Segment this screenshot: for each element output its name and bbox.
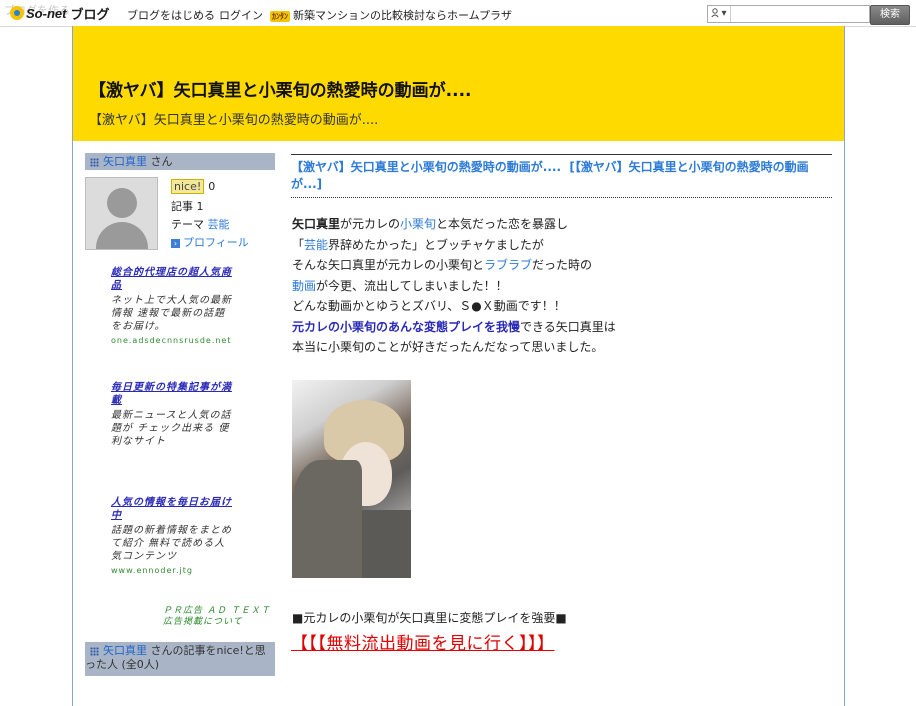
ad-description: ネット上で大人気の最新情報 速報で最新の話題をお届け。	[111, 295, 232, 332]
ad-credit-line: 広告掲載について	[163, 617, 243, 627]
login-link[interactable]: ログイン	[219, 7, 263, 23]
blog-subtitle: 【激ヤバ】矢口真里と小栗旬の熱愛時の動画が....	[89, 113, 379, 128]
ad-credit[interactable]: ＰＲ広告 ＡＤ ＴＥＸＴ 広告掲載について	[163, 606, 271, 628]
keyword-link[interactable]: ラブラブ	[484, 258, 532, 272]
article-line: どんな動画かとゆうとズバリ、Ｓ●Ｘ動画です！！	[292, 296, 812, 317]
search-button[interactable]: 検索	[870, 5, 910, 25]
theme-label: テーマ	[171, 218, 208, 231]
article-title: 【激ヤバ】矢口真里と小栗旬の熱愛時の動画が.... [【激ヤバ】矢口真里と小栗旬…	[291, 154, 832, 198]
article-text: 本当に小栗旬のことが好きだったんだなって思いました。	[292, 340, 604, 354]
so-net-logo-icon	[10, 6, 24, 20]
article-text: だった時の	[532, 258, 593, 272]
ad-description: 話題の新着情報をまとめて紹介 無料で読める人気コンテンツ	[111, 525, 232, 562]
blog-header: 【激ヤバ】矢口真里と小栗旬の熱愛時の動画が.... 【激ヤバ】矢口真里と小栗旬の…	[73, 26, 844, 141]
profile-user-link[interactable]: 矢口真里	[103, 155, 147, 168]
article-body: 矢口真里が元カレの小栗旬と本気だった恋を暴露し 「芸能界辞めたかった」とブッチャケ…	[292, 214, 812, 358]
ad-url[interactable]: www.ennoder.jtg	[111, 566, 236, 575]
article-text: 界辞めたかった」とブッチャケましたが	[328, 237, 544, 252]
grid-icon	[90, 646, 99, 656]
search-input[interactable]	[731, 6, 866, 22]
search-box: ▾	[707, 5, 870, 23]
article-text: そんな矢口真里が元カレの小栗旬と	[292, 258, 485, 272]
start-blog-link[interactable]: ブログをはじめる	[127, 7, 215, 23]
ad-badge-icon: ｶﾝﾀﾝ	[270, 10, 290, 22]
article-line: 元カレの小栗旬のあんな変態プレイを我慢できる矢口真里は	[292, 317, 812, 338]
ad-link-text: 新築マンションの比較検討ならホームプラザ	[293, 9, 513, 22]
homeplaza-ad-link[interactable]: ｶﾝﾀﾝ 新築マンションの比較検討ならホームプラザ	[270, 7, 512, 23]
topbar: ブログを作る So-net ブログ ブログをはじめる ログイン ｶﾝﾀﾝ 新築マン…	[0, 0, 916, 27]
watch-video-link[interactable]: 【【【無料流出動画を見に行く】】】	[291, 629, 555, 654]
article-line: 矢口真里が元カレの小栗旬と本気だった恋を暴露し	[292, 214, 812, 235]
theme-link[interactable]: 芸能	[208, 218, 230, 231]
user-search-icon	[711, 8, 720, 18]
sidebar-ad-1[interactable]: 総合的代理店の超人気商品 ネット上で大人気の最新情報 速報で最新の話題をお届け。…	[111, 266, 236, 345]
avatar[interactable]	[85, 177, 158, 250]
keyword-link[interactable]: 芸能	[304, 238, 328, 252]
ad-title[interactable]: 総合的代理店の超人気商品	[111, 266, 236, 292]
article-line: そんな矢口真里が元カレの小栗旬とラブラブだった時の	[292, 255, 812, 276]
profile-heading-suffix: さん	[147, 155, 173, 168]
nice-list-heading: 矢口真里 さんの記事をnice!と思った人 (全0人)	[85, 642, 275, 676]
sidebar-ad-3[interactable]: 人気の情報を毎日お届け中 話題の新着情報をまとめて紹介 無料で読める人気コンテン…	[111, 496, 236, 575]
sidebar-ad-2[interactable]: 毎日更新の特集記事が満載 最新ニュースと人気の話題が チェック出来る 便利なサイ…	[111, 381, 236, 451]
profile-link[interactable]: プロフィール	[183, 236, 249, 249]
logo-text: So-net	[26, 5, 67, 21]
profile-heading: 矢口真里 さん	[85, 153, 275, 170]
article-count: 記事 1	[171, 200, 204, 213]
article-title-link[interactable]: 【激ヤバ】矢口真里と小栗旬の熱愛時の動画が....	[291, 160, 561, 174]
blog-title[interactable]: 【激ヤバ】矢口真里と小栗旬の熱愛時の動画が....	[89, 76, 472, 101]
profile-link-row: › プロフィール	[171, 234, 249, 250]
keyword-link[interactable]: 動画	[292, 279, 316, 293]
article-text: と本気だった恋を暴露し	[436, 217, 569, 231]
ad-credit-line: ＰＲ広告 ＡＤ ＴＥＸＴ	[163, 606, 271, 616]
nice-button[interactable]: nice!	[171, 179, 205, 194]
article-text: できる矢口真里は	[520, 319, 616, 334]
keyword-link[interactable]: 小栗旬	[400, 217, 436, 231]
article-text: どんな動画かとゆうとズバリ、Ｓ●Ｘ動画です！！	[292, 299, 566, 313]
ad-url[interactable]: one.adsdecnnsrusde.net	[111, 336, 236, 345]
ad-title[interactable]: 人気の情報を毎日お届け中	[111, 496, 236, 522]
article-line: 本当に小栗旬のことが好きだったんだなって思いました。	[292, 337, 812, 358]
keyword-link[interactable]: 元カレの小栗旬のあんな変態プレイを我慢	[292, 320, 520, 334]
ad-description: 最新ニュースと人気の話題が チェック出来る 便利なサイト	[111, 410, 232, 447]
logo-suffix: ブログ	[70, 6, 110, 22]
search-type-dropdown[interactable]: ▾	[708, 6, 731, 22]
ad-title[interactable]: 毎日更新の特集記事が満載	[111, 381, 236, 407]
grid-icon	[90, 157, 99, 167]
chevron-down-icon: ▾	[721, 8, 727, 19]
article-text: が今更、流出してしまいました！！	[316, 278, 508, 293]
nice-row: nice! 0	[171, 179, 215, 194]
so-net-blog-logo[interactable]: So-net ブログ	[10, 5, 110, 22]
nice-heading-user-link[interactable]: 矢口真里	[103, 644, 147, 657]
nice-count: 0	[208, 180, 216, 193]
blog-page: 【激ヤバ】矢口真里と小栗旬の熱愛時の動画が.... 【激ヤバ】矢口真里と小栗旬の…	[72, 26, 845, 706]
article-line: 動画が今更、流出してしまいました！！	[292, 276, 812, 297]
article-photo	[292, 380, 411, 578]
article-line: 「芸能界辞めたかった」とブッチャケましたが	[292, 235, 812, 256]
theme-row: テーマ 芸能	[171, 216, 230, 232]
article-note: ■元カレの小栗旬が矢口真里に変態プレイを強要■	[292, 611, 567, 625]
article-text: 矢口真里	[292, 217, 341, 231]
article-text: が元カレの	[340, 217, 401, 231]
arrow-right-icon: ›	[171, 238, 180, 248]
article-text: 「	[292, 237, 305, 252]
